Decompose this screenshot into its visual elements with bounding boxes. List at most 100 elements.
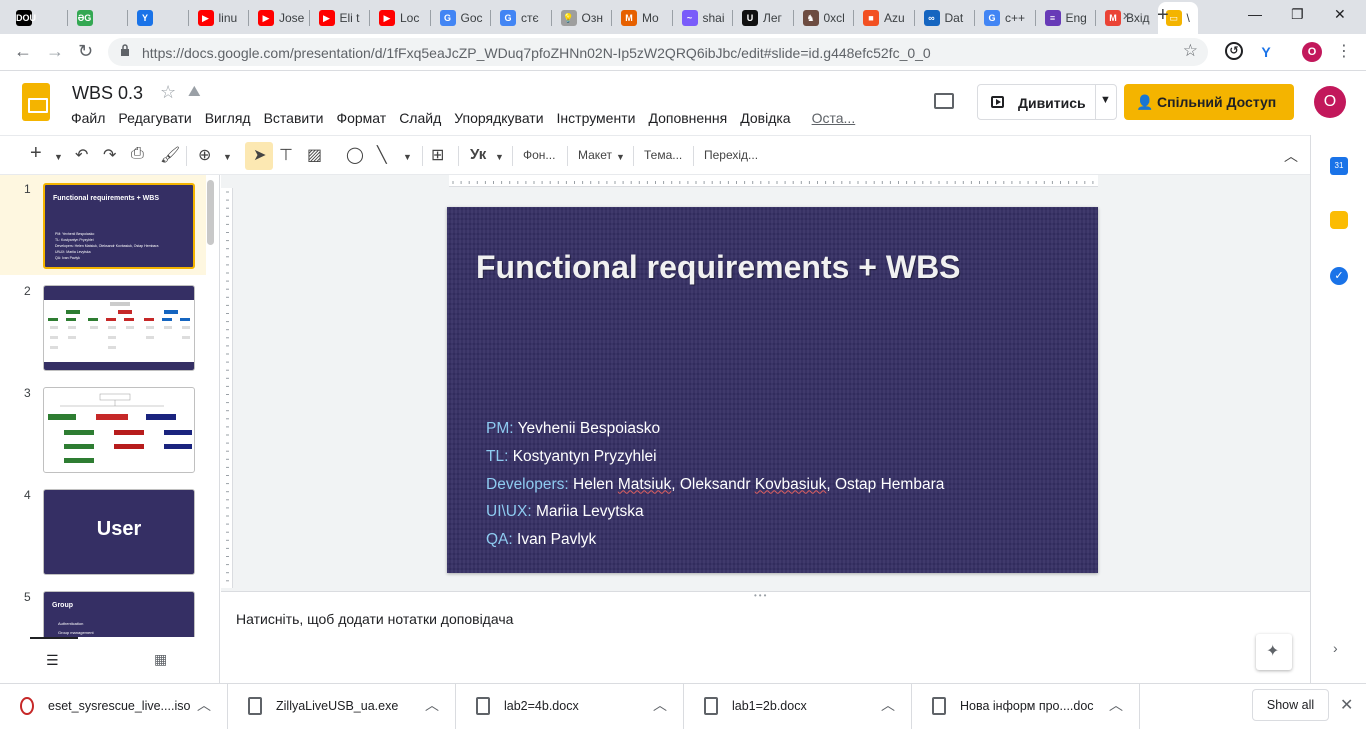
notes-placeholder[interactable]: Натисніть, щоб додати нотатки доповідача	[236, 611, 513, 627]
browser-tab[interactable]: ♞ 0xcl	[795, 4, 852, 32]
browser-tab[interactable]: U Лег	[734, 4, 791, 32]
menu-item[interactable]: Упорядкувати	[454, 110, 543, 126]
browser-tab[interactable]: 💡 Озн	[553, 4, 610, 32]
download-item[interactable]: eset_sysrescue_live....iso ︿	[0, 684, 228, 729]
bookmark-star-icon[interactable]: ☆	[1183, 41, 1198, 61]
extension-icon[interactable]: ↺	[1225, 42, 1243, 60]
slide-thumbnail-3[interactable]	[43, 387, 195, 473]
grid-view-icon[interactable]: ▦	[154, 651, 167, 668]
chevron-up-icon[interactable]: ︿	[425, 695, 439, 715]
new-tab-icon[interactable]: +	[1157, 4, 1169, 27]
reload-icon[interactable]: ↻	[78, 41, 93, 62]
insert-comment-icon[interactable]: ⊞	[431, 145, 444, 165]
spellcheck-word[interactable]: Kovbasiuk	[755, 476, 827, 493]
browser-tab[interactable]: Gc++	[976, 4, 1033, 32]
filmstrip-view-icon[interactable]: ☰	[46, 652, 59, 669]
browser-tab[interactable]: G Goc	[432, 4, 489, 32]
calendar-icon[interactable]: 31	[1330, 157, 1348, 175]
filmstrip-scrollbar[interactable]	[207, 180, 214, 245]
tab-close-icon[interactable]: ✕	[1122, 10, 1131, 23]
browser-tab[interactable]: DOU	[8, 4, 65, 32]
image-icon[interactable]: ▨	[307, 145, 322, 165]
paint-format-icon[interactable]: 🖌	[160, 145, 180, 165]
zoom-dropdown-icon[interactable]: ▼	[223, 152, 232, 162]
input-tools-dropdown-icon[interactable]: ▼	[495, 152, 504, 162]
close-shelf-icon[interactable]: ✕	[1340, 695, 1353, 715]
new-slide-dropdown-icon[interactable]: ▼	[54, 152, 63, 162]
background-button[interactable]: Фон...	[523, 148, 555, 162]
forward-icon[interactable]: →	[46, 41, 64, 62]
y-extension-icon[interactable]: Y	[1256, 42, 1276, 62]
keep-icon[interactable]	[1330, 211, 1348, 229]
comments-icon[interactable]	[934, 93, 954, 109]
menu-item[interactable]: Вигляд	[205, 110, 251, 126]
window-close-icon[interactable]: ✕	[1334, 6, 1346, 23]
select-cursor-icon[interactable]: ➤	[253, 145, 266, 165]
move-to-drive-icon[interactable]: ⛰	[188, 83, 201, 100]
menu-item[interactable]: Інструменти	[557, 110, 636, 126]
expand-panel-icon[interactable]: ›	[1333, 640, 1338, 656]
line-icon[interactable]: ╲	[377, 145, 387, 165]
input-tools-label[interactable]: Ук	[470, 146, 486, 163]
speaker-notes[interactable]: Натисніть, щоб додати нотатки доповідача	[221, 591, 1310, 683]
spellcheck-word[interactable]: Matsiuk	[618, 476, 671, 493]
download-item[interactable]: lab2=4b.docx ︿	[456, 684, 684, 729]
last-edit-link[interactable]: Оста...	[812, 110, 856, 126]
browser-tab[interactable]: ~ shai	[674, 4, 731, 32]
chevron-up-icon[interactable]: ︿	[881, 695, 895, 715]
vertical-ruler[interactable]	[221, 188, 233, 588]
team-list[interactable]: PM: Yevhenii Bespoiasko TL: Kostyantyn P…	[486, 415, 944, 554]
back-icon[interactable]: ←	[14, 41, 32, 62]
collapse-toolbar-icon[interactable]: ︿	[1284, 146, 1298, 166]
line-dropdown-icon[interactable]: ▼	[403, 152, 412, 162]
profile-avatar[interactable]: O	[1302, 42, 1322, 62]
menu-item[interactable]: Формат	[336, 110, 386, 126]
chevron-up-icon[interactable]: ︿	[653, 695, 667, 715]
new-slide-icon[interactable]: +	[30, 142, 42, 165]
notes-resize-handle[interactable]: •••	[754, 591, 768, 600]
slide-thumbnail-5[interactable]: Group Authentication Group management	[43, 591, 195, 637]
present-button[interactable]: Дивитись ▼	[977, 84, 1117, 120]
layout-dropdown-icon[interactable]: ▼	[616, 152, 625, 162]
present-dropdown-icon[interactable]: ▼	[1100, 94, 1111, 106]
shape-icon[interactable]: ◯	[346, 145, 364, 165]
print-icon[interactable]: ⎙	[131, 145, 144, 163]
text-box-icon[interactable]: ⊤	[279, 145, 293, 165]
browser-menu-icon[interactable]: ⋮	[1336, 41, 1352, 61]
theme-button[interactable]: Тема...	[644, 148, 682, 162]
chevron-up-icon[interactable]: ︿	[197, 695, 211, 715]
star-icon[interactable]: ☆	[160, 82, 176, 103]
layout-button[interactable]: Макет	[578, 148, 612, 162]
horizontal-ruler[interactable]	[449, 175, 1098, 187]
slides-logo-icon[interactable]	[22, 83, 50, 121]
menu-item[interactable]: Редагувати	[118, 110, 191, 126]
browser-tab[interactable]: ▶ Jose	[250, 4, 307, 32]
omnibox[interactable]: https://docs.google.com/presentation/d/1…	[108, 38, 1208, 66]
current-slide[interactable]: Functional requirements + WBS PM: Yevhen…	[447, 207, 1098, 573]
browser-tab[interactable]: Gстє	[492, 4, 549, 32]
slide-thumbnail-1[interactable]: Functional requirements + WBS PM: Yevhen…	[43, 183, 195, 269]
slide-thumbnail-4[interactable]: User	[43, 489, 195, 575]
account-avatar[interactable]: O	[1314, 86, 1346, 118]
share-button[interactable]: 👤 Спільний Доступ	[1124, 84, 1294, 120]
browser-tab[interactable]: ▶ linu	[190, 4, 247, 32]
download-item[interactable]: Нова інформ про....doc ︿	[912, 684, 1140, 729]
menu-item[interactable]: Вставити	[264, 110, 324, 126]
minimize-icon[interactable]: —	[1248, 6, 1262, 22]
tasks-icon[interactable]: ✓	[1330, 267, 1348, 285]
menu-item[interactable]: Файл	[71, 110, 105, 126]
menu-item[interactable]: Слайд	[399, 110, 441, 126]
browser-tab[interactable]: Y	[129, 4, 186, 32]
explore-button[interactable]	[1256, 634, 1292, 670]
transition-button[interactable]: Перехід...	[704, 148, 758, 162]
zoom-icon[interactable]: ⊕	[198, 145, 211, 165]
slide-thumbnail-2[interactable]	[43, 285, 195, 371]
menu-item[interactable]: Довідка	[740, 110, 790, 126]
chevron-up-icon[interactable]: ︿	[1109, 695, 1123, 715]
browser-tab[interactable]: ▶ Loc	[371, 4, 428, 32]
download-item[interactable]: ZillyaLiveUSB_ua.exe ︿	[228, 684, 456, 729]
document-title[interactable]: WBS 0.3	[72, 83, 143, 104]
browser-tab[interactable]: ƏG	[69, 4, 126, 32]
browser-tab[interactable]: ▶ Eli t	[311, 4, 368, 32]
undo-icon[interactable]: ↶	[75, 145, 88, 165]
